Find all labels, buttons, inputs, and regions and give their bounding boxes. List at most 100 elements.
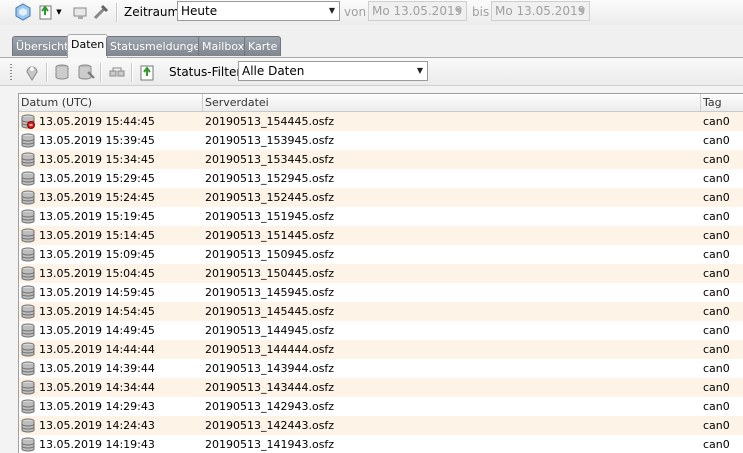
table-row[interactable]: 13.05.2019 15:34:45 20190513_153445.osfz c…: [19, 150, 743, 169]
cell-serverdatei: 20190513_144444.osfz: [205, 343, 335, 356]
table-row[interactable]: 13.05.2019 15:19:45 20190513_151945.osfz c…: [19, 207, 743, 226]
tab-statusmeldungen[interactable]: Statusmeldungen: [106, 36, 212, 56]
cell-serverdatei: 20190513_143944.osfz: [205, 362, 335, 375]
table-row[interactable]: 13.05.2019 14:19:43 20190513_141943.osfz c…: [19, 435, 743, 453]
data-toolbar: Status-Filter: Alle Daten ▼: [0, 58, 743, 86]
cell-serverdatei: 20190513_151445.osfz: [205, 229, 335, 242]
von-date-picker[interactable]: Mo 13.05.2019 ▼: [368, 1, 467, 21]
tab-daten[interactable]: Daten: [67, 34, 109, 58]
cell-tag: can0: [703, 324, 730, 337]
export-icon[interactable]: [38, 3, 54, 21]
tools-icon[interactable]: [92, 3, 110, 21]
cell-tag: can0: [703, 286, 730, 299]
database-icon: [21, 285, 35, 300]
table-row[interactable]: 13.05.2019 15:04:45 20190513_150445.osfz c…: [19, 264, 743, 283]
bis-label: bis: [472, 5, 490, 19]
tab-karte[interactable]: Karte: [244, 36, 282, 56]
cell-datum: 13.05.2019 15:29:45: [39, 172, 155, 185]
cell-serverdatei: 20190513_154445.osfz: [205, 115, 335, 128]
main-toolbar: ▼ Zeitraum Heute ▼ von Mo 13.05.2019 ▼ b…: [0, 0, 743, 26]
cell-datum: 13.05.2019 14:34:44: [39, 381, 155, 394]
tab-uebersicht[interactable]: Übersicht: [12, 36, 73, 56]
window-icon[interactable]: [72, 3, 90, 21]
table-row[interactable]: 13.05.2019 14:34:44 20190513_143444.osfz c…: [19, 378, 743, 397]
cell-serverdatei: 20190513_153945.osfz: [205, 134, 335, 147]
cell-serverdatei: 20190513_153445.osfz: [205, 153, 335, 166]
cell-tag: can0: [703, 191, 730, 204]
cell-tag: can0: [703, 153, 730, 166]
database-icon: [21, 171, 35, 186]
von-value: Mo 13.05.2019: [372, 4, 463, 18]
network-icon[interactable]: [108, 63, 126, 81]
toolbar-separator: [100, 63, 102, 82]
grid-header: Datum (UTC) Serverdatei Tag: [19, 94, 743, 112]
location-pin-icon[interactable]: [23, 63, 41, 81]
table-row[interactable]: 13.05.2019 15:14:45 20190513_151445.osfz c…: [19, 226, 743, 245]
cell-datum: 13.05.2019 15:39:45: [39, 134, 155, 147]
table-row[interactable]: 13.05.2019 15:44:45 20190513_154445.osfz c…: [19, 112, 743, 131]
table-row[interactable]: 13.05.2019 15:39:45 20190513_153945.osfz c…: [19, 131, 743, 150]
cell-datum: 13.05.2019 15:19:45: [39, 210, 155, 223]
cell-tag: can0: [703, 229, 730, 242]
toolbar-grip[interactable]: [10, 64, 12, 80]
database-icon: [21, 342, 35, 357]
table-row[interactable]: 13.05.2019 15:24:45 20190513_152445.osfz c…: [19, 188, 743, 207]
tab-bar: Übersicht Daten Statusmeldungen Mailbox …: [0, 25, 743, 58]
table-row[interactable]: 13.05.2019 14:59:45 20190513_145945.osfz c…: [19, 283, 743, 302]
cell-tag: can0: [703, 248, 730, 261]
zeitraum-label: Zeitraum: [124, 5, 180, 19]
chevron-down-icon: ▼: [416, 66, 423, 75]
cell-datum: 13.05.2019 14:19:43: [39, 438, 155, 451]
cell-serverdatei: 20190513_143444.osfz: [205, 381, 335, 394]
zeitraum-select[interactable]: Heute ▼: [177, 1, 340, 21]
database-icon: [21, 152, 35, 167]
cell-datum: 13.05.2019 14:54:45: [39, 305, 155, 318]
chevron-down-icon[interactable]: ▼: [55, 3, 63, 21]
cell-datum: 13.05.2019 14:44:44: [39, 343, 155, 356]
database-icon: [21, 437, 35, 452]
database-icon: [21, 247, 35, 262]
cell-datum: 13.05.2019 15:24:45: [39, 191, 155, 204]
cell-datum: 13.05.2019 15:34:45: [39, 153, 155, 166]
database-icon: [21, 209, 35, 224]
database-icon: [21, 418, 35, 433]
table-row[interactable]: 13.05.2019 14:49:45 20190513_144945.osfz c…: [19, 321, 743, 340]
cell-serverdatei: 20190513_142443.osfz: [205, 419, 335, 432]
toolbar-separator: [46, 63, 48, 82]
table-row[interactable]: 13.05.2019 14:24:43 20190513_142443.osfz c…: [19, 416, 743, 435]
database-icon: [21, 304, 35, 319]
tab-mailbox[interactable]: Mailbox: [198, 36, 249, 56]
bis-value: Mo 13.05.2019: [495, 4, 586, 18]
status-filter-label: Status-Filter:: [169, 65, 246, 79]
cell-tag: can0: [703, 419, 730, 432]
column-header-datum[interactable]: Datum (UTC): [19, 94, 203, 111]
table-row[interactable]: 13.05.2019 15:09:45 20190513_150945.osfz c…: [19, 245, 743, 264]
cell-serverdatei: 20190513_145445.osfz: [205, 305, 335, 318]
table-row[interactable]: 13.05.2019 14:54:45 20190513_145445.osfz c…: [19, 302, 743, 321]
cell-serverdatei: 20190513_152945.osfz: [205, 172, 335, 185]
table-row[interactable]: 13.05.2019 14:39:44 20190513_143944.osfz c…: [19, 359, 743, 378]
table-row[interactable]: 13.05.2019 15:29:45 20190513_152945.osfz c…: [19, 169, 743, 188]
table-row[interactable]: 13.05.2019 14:29:43 20190513_142943.osfz c…: [19, 397, 743, 416]
database-icon: [21, 399, 35, 414]
cell-serverdatei: 20190513_150445.osfz: [205, 267, 335, 280]
cell-datum: 13.05.2019 14:39:44: [39, 362, 155, 375]
database-refresh-icon[interactable]: [54, 63, 72, 81]
cell-datum: 13.05.2019 15:14:45: [39, 229, 155, 242]
cell-datum: 13.05.2019 14:29:43: [39, 400, 155, 413]
cell-datum: 13.05.2019 14:49:45: [39, 324, 155, 337]
toolbar-separator: [131, 63, 133, 82]
column-header-serverdatei[interactable]: Serverdatei: [203, 94, 701, 111]
database-icon: [21, 266, 35, 281]
cell-tag: can0: [703, 400, 730, 413]
upload-icon[interactable]: [138, 63, 156, 81]
bis-date-picker[interactable]: Mo 13.05.2019 ▼: [491, 1, 590, 21]
status-filter-select[interactable]: Alle Daten ▼: [238, 61, 428, 81]
database-icon: [21, 190, 35, 205]
chevron-down-icon: ▼: [455, 6, 462, 15]
database-settings-icon[interactable]: [77, 63, 95, 81]
home-icon[interactable]: [14, 3, 32, 21]
chevron-down-icon: ▼: [328, 6, 335, 15]
table-row[interactable]: 13.05.2019 14:44:44 20190513_144444.osfz c…: [19, 340, 743, 359]
column-header-tag[interactable]: Tag: [701, 94, 743, 111]
